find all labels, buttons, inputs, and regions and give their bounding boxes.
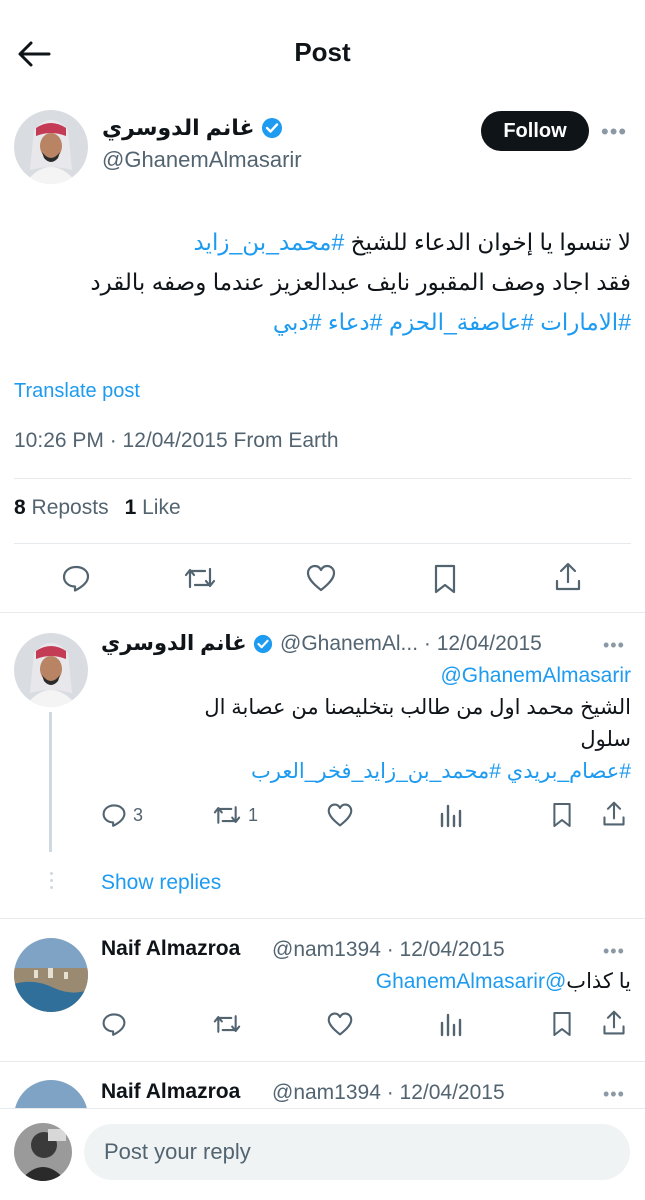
hashtags-line[interactable]: #الامارات #عاصفة_الحزم #دعاء #دبي [14, 302, 631, 342]
bookmark-icon [553, 1011, 571, 1037]
reply-body: @GhanemAlmasarir الشيخ محمد اول من طالب … [101, 660, 631, 788]
author-handle[interactable]: @GhanemAlmasarir [102, 147, 302, 173]
post-text: لا تنسوا يا إخوان الدعاء للشيخ #محمد_بن_… [14, 222, 631, 342]
reply-text: الشيخ محمد اول من طالب بتخليصنا من عصابة… [204, 696, 631, 751]
reply-handle-date: @nam1394 · 12/04/2015 [272, 938, 505, 961]
verified-badge-icon [261, 118, 282, 138]
reply-button[interactable] [101, 1011, 127, 1037]
divider [14, 543, 631, 544]
share-button[interactable] [553, 561, 583, 593]
reply-count: 3 [133, 804, 144, 825]
reply-composer: Post your reply [0, 1108, 645, 1200]
reply-author-name[interactable]: Naif Almazroa [101, 1080, 240, 1104]
post-text-line1: لا تنسوا يا إخوان الدعاء للشيخ [344, 229, 631, 255]
share-button[interactable] [601, 800, 627, 828]
comment-icon [102, 804, 126, 827]
bookmark-button[interactable] [551, 801, 573, 829]
more-options-icon[interactable]: ••• [603, 942, 625, 960]
repost-button[interactable] [212, 1011, 242, 1037]
comment-icon [102, 1013, 126, 1036]
top-bar: Post [0, 0, 645, 105]
divider [0, 918, 645, 919]
repost-icon [213, 1015, 241, 1033]
avatar[interactable] [14, 110, 88, 184]
mention-link[interactable]: @GhanemAlmasarir [440, 664, 631, 687]
views-button[interactable] [439, 1011, 463, 1037]
like-button[interactable] [326, 802, 354, 828]
hashtag-link[interactable]: #محمد_بن_زايد [193, 229, 344, 255]
post-text-line2: فقد اجاد وصف المقبور نايف عبدالعزيز عندم… [90, 269, 631, 295]
avatar[interactable] [14, 633, 88, 707]
more-options-icon[interactable]: ••• [601, 121, 627, 143]
mention-link[interactable]: @GhanemAlmasarir [376, 970, 567, 993]
hashtags-line[interactable]: #عصام_بريدي #محمد_بن_زايد_فخر_العرب [101, 756, 631, 788]
engagement-stats: 8 Reposts 1 Like [14, 496, 181, 520]
heart-icon [327, 803, 353, 827]
analytics-icon [440, 804, 462, 828]
thread-dots [46, 872, 56, 889]
avatar[interactable] [14, 1123, 72, 1181]
divider [0, 1061, 645, 1062]
thread-line [49, 712, 52, 852]
share-icon [603, 1010, 625, 1035]
likes-stat[interactable]: 1 Like [125, 496, 181, 520]
show-replies-link[interactable]: Show replies [101, 871, 221, 895]
more-options-icon[interactable]: ••• [603, 1085, 625, 1103]
comment-icon [62, 565, 90, 592]
follow-button[interactable]: Follow [481, 111, 589, 151]
reposts-stat[interactable]: 8 Reposts [14, 496, 109, 520]
divider [0, 612, 645, 613]
more-options-icon[interactable]: ••• [603, 636, 625, 654]
heart-icon [306, 564, 336, 592]
share-button[interactable] [601, 1009, 627, 1037]
views-button[interactable] [439, 802, 463, 828]
author-name[interactable]: غانم الدوسري [102, 115, 283, 141]
reply-button[interactable] [61, 563, 91, 593]
repost-icon [184, 567, 216, 589]
avatar[interactable] [14, 938, 88, 1012]
reply-text: يا كذاب [566, 970, 631, 993]
repost-icon [213, 806, 241, 824]
reply-author-name[interactable]: Naif Almazroa [101, 937, 240, 961]
repost-button[interactable]: 1 [212, 802, 258, 828]
bookmark-icon [553, 802, 571, 828]
repost-count: 1 [248, 804, 259, 825]
author-name-text: غانم الدوسري [102, 115, 255, 140]
reply-button[interactable]: 3 [101, 802, 143, 828]
verified-badge-icon [253, 634, 272, 653]
translate-post-link[interactable]: Translate post [14, 380, 140, 403]
divider [14, 478, 631, 479]
like-button[interactable] [305, 563, 337, 593]
post-timestamp: 10:26 PM · 12/04/2015 From Earth [14, 429, 339, 452]
reply-body: يا كذاب@GhanemAlmasarir [101, 966, 631, 998]
bookmark-button[interactable] [432, 563, 458, 595]
reply-handle-date: @nam1394 · 12/04/2015 [272, 1081, 505, 1104]
share-icon [555, 562, 581, 591]
repost-button[interactable] [183, 563, 217, 593]
reply-input[interactable]: Post your reply [84, 1124, 630, 1180]
analytics-icon [440, 1013, 462, 1037]
heart-icon [327, 1012, 353, 1036]
reply-author-name[interactable]: غانم الدوسري [101, 631, 273, 656]
bookmark-icon [434, 564, 456, 594]
page-title: Post [294, 37, 351, 67]
share-icon [603, 801, 625, 826]
reply-handle-date: @GhanemAl... · 12/04/2015 [280, 632, 542, 655]
bookmark-button[interactable] [551, 1010, 573, 1038]
like-button[interactable] [326, 1011, 354, 1037]
